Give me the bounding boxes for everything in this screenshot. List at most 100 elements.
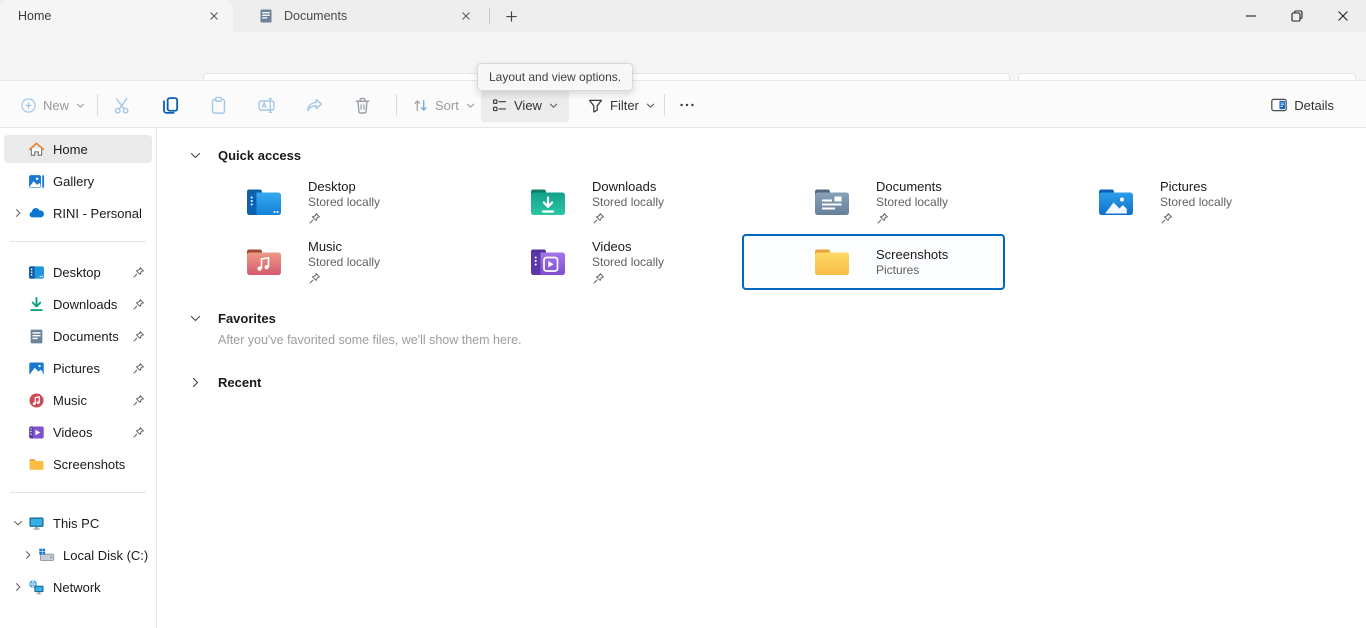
chevron-right-icon[interactable] [8,203,28,223]
folder-tile-desktop[interactable]: DesktopStored locally [174,174,437,230]
sidebar-item-label: Home [53,142,152,157]
sidebar-item-home[interactable]: Home [4,135,152,163]
tile-name: Screenshots [876,247,948,263]
sidebar-item-music[interactable]: Music [4,386,152,414]
folder-tile-videos[interactable]: VideosStored locally [458,234,721,290]
sort-button-label: Sort [435,98,459,113]
sidebar-item-label: Desktop [53,265,132,280]
folder-tile-documents[interactable]: DocumentsStored locally [742,174,1005,230]
close-window-button[interactable] [1320,0,1366,32]
sidebar-item-label: Music [53,393,132,408]
folder-tile-music[interactable]: MusicStored locally [174,234,437,290]
close-tab-icon[interactable] [453,4,479,28]
sidebar-item-this-pc[interactable]: This PC [4,509,152,537]
sidebar-item-videos[interactable]: Videos [4,418,152,446]
sidebar-item-screenshots[interactable]: Screenshots [4,450,152,478]
more-options-icon[interactable] [671,89,703,121]
sidebar-item-documents[interactable]: Documents [4,322,152,350]
sidebar-item-rini-personal[interactable]: RINI - Personal [4,199,152,227]
sidebar-separator [10,241,146,242]
copy-icon[interactable] [154,89,186,121]
onedrive-icon [28,205,45,222]
folder-small-icon [28,456,45,473]
tile-subtitle: Pictures [876,263,948,278]
folder-tile-downloads[interactable]: DownloadsStored locally [458,174,721,230]
toolbar-separator [664,94,665,116]
filter-button[interactable]: Filter [579,88,664,122]
sidebar: Home Gallery RINI - Personal Desktop Downloa… [0,128,157,628]
cut-icon[interactable] [106,89,138,121]
sidebar-item-network[interactable]: Network [4,573,152,601]
rename-icon[interactable] [250,89,282,121]
chevron-placeholder [8,294,28,314]
tab-home[interactable]: Home [0,0,233,32]
navigation-bar: Home [0,32,1366,80]
tile-name: Pictures [1160,179,1232,195]
new-button-label: New [43,98,69,113]
tile-subtitle: Stored locally [1160,195,1232,210]
details-button-label: Details [1294,98,1334,113]
restore-button[interactable] [1274,0,1320,32]
pin-icon [876,212,948,226]
folder-tile-screenshots[interactable]: ScreenshotsPictures [742,234,1005,290]
main-content: Quick access DesktopStored locally Downlo… [158,128,1366,628]
pin-icon [308,212,380,226]
pictures-folder-icon [1098,187,1134,217]
disk-icon [38,547,55,564]
section-title: Quick access [218,148,301,163]
chevron-right-icon[interactable] [8,577,28,597]
folder-tile-pictures[interactable]: PicturesStored locally [1026,174,1289,230]
sidebar-item-label: Local Disk (C:) [63,548,152,563]
tile-text: ScreenshotsPictures [876,247,948,278]
tile-text: PicturesStored locally [1160,179,1232,226]
view-layout-icon [491,97,508,114]
new-tab-button[interactable] [498,4,524,28]
videos-icon [28,424,45,441]
minimize-button[interactable] [1228,0,1274,32]
chevron-placeholder [8,139,28,159]
close-tab-icon[interactable] [201,4,227,28]
chevron-right-icon[interactable] [18,545,38,565]
filter-button-label: Filter [610,98,639,113]
sidebar-item-label: Pictures [53,361,132,376]
chevron-down-icon[interactable] [184,144,206,166]
view-button[interactable]: View [481,88,569,122]
sidebar-item-gallery[interactable]: Gallery [4,167,152,195]
sidebar-item-pictures[interactable]: Pictures [4,354,152,382]
section-quick-access: Quick access [158,144,301,166]
sidebar-item-desktop[interactable]: Desktop [4,258,152,286]
tile-name: Downloads [592,179,664,195]
desktop-folder-icon [246,187,282,217]
sidebar-separator [10,492,146,493]
tile-subtitle: Stored locally [592,195,664,210]
sort-button[interactable]: Sort [404,88,484,122]
quick-access-row-1: DesktopStored locallyDownloadsStored loc… [174,174,1289,230]
chevron-placeholder [8,390,28,410]
chevron-down-icon[interactable] [8,513,28,533]
tab-divider [489,8,490,24]
chevron-down-icon[interactable] [184,307,206,329]
chevron-right-icon[interactable] [184,371,206,393]
delete-icon[interactable] [346,89,378,121]
chevron-down-icon [548,100,559,111]
sidebar-item-downloads[interactable]: Downloads [4,290,152,318]
command-bar: New Sort [0,80,1366,128]
new-button[interactable]: New [12,88,94,122]
chevron-placeholder [8,326,28,346]
pin-icon [132,266,145,279]
tab-documents-label: Documents [284,9,453,23]
documents-icon [28,328,45,345]
tile-text: DesktopStored locally [308,179,380,226]
sidebar-item-label: Network [53,580,152,595]
document-icon [258,8,274,24]
sidebar-item-local-disk-c[interactable]: Local Disk (C:) [4,541,152,569]
share-icon[interactable] [298,89,330,121]
details-button[interactable]: Details [1262,88,1348,122]
paste-icon[interactable] [202,89,234,121]
chevron-placeholder [8,358,28,378]
tile-name: Videos [592,239,664,255]
screenshots-folder-icon [814,247,850,277]
tab-documents[interactable]: Documents [241,0,485,32]
chevron-down-icon [75,100,86,111]
gallery-icon [28,173,45,190]
